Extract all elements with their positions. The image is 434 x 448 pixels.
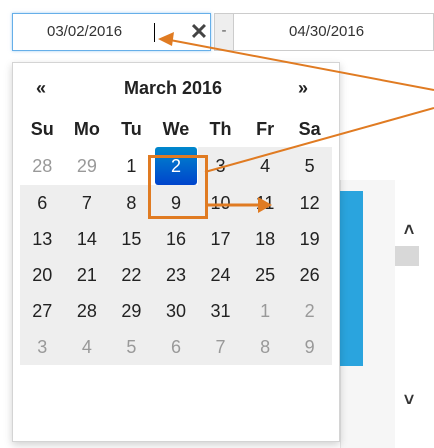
day-cell[interactable]: 9 <box>287 329 332 365</box>
day-cell[interactable]: 13 <box>20 221 65 257</box>
chevron-up-icon[interactable]: ˄ <box>392 220 426 240</box>
day-cell[interactable]: 14 <box>64 221 110 257</box>
blue-bar <box>340 191 363 366</box>
day-cell[interactable]: 7 <box>64 185 110 221</box>
day-cell[interactable]: 2 <box>287 293 332 329</box>
day-cell[interactable]: 8 <box>109 185 154 221</box>
weekday-header: Mo <box>73 118 100 139</box>
day-cell[interactable]: 31 <box>198 293 243 329</box>
day-cell[interactable]: 11 <box>242 185 288 221</box>
month-title[interactable]: March 2016 <box>83 75 263 101</box>
day-cell[interactable]: 4 <box>64 329 110 365</box>
weekday-header: Fr <box>256 118 275 139</box>
day-cell[interactable]: 29 <box>65 147 110 185</box>
text-caret <box>154 23 155 42</box>
scrollbar[interactable]: ˄ ˅ <box>392 220 426 410</box>
day-cell[interactable]: 18 <box>242 221 288 257</box>
weekday-header: We <box>162 118 190 139</box>
annotation-highlight-box <box>148 155 208 219</box>
weekday-header: Tu <box>121 118 142 139</box>
day-cell[interactable]: 8 <box>242 329 288 365</box>
day-cell[interactable]: 6 <box>20 185 65 221</box>
end-date-value: 04/30/2016 <box>289 23 365 40</box>
datepicker-popup: « March 2016 » Su Mo Tu We Th Fr Sa 28 2… <box>12 62 340 442</box>
day-cell[interactable]: 15 <box>109 221 154 257</box>
day-cell[interactable]: 29 <box>109 293 154 329</box>
week-row: 13 14 15 16 17 18 19 <box>20 221 332 257</box>
start-date-input[interactable]: 03/02/2016 ✕ <box>12 13 211 51</box>
day-cell[interactable]: 1 <box>109 147 154 185</box>
day-cell[interactable]: 5 <box>109 329 154 365</box>
calendar-grid: Su Mo Tu We Th Fr Sa 28 29 1 2 3 4 5 6 7… <box>20 111 332 365</box>
weekday-header: Su <box>30 118 54 139</box>
next-month-button[interactable]: » <box>293 75 313 101</box>
day-cell[interactable]: 21 <box>64 257 110 293</box>
clear-icon[interactable]: ✕ <box>188 18 210 46</box>
day-cell[interactable]: 26 <box>287 257 332 293</box>
day-cell[interactable]: 3 <box>20 329 65 365</box>
day-cell[interactable]: 20 <box>20 257 65 293</box>
weekday-header: Sa <box>298 118 321 139</box>
day-cell[interactable]: 24 <box>198 257 243 293</box>
day-cell[interactable]: 7 <box>198 329 243 365</box>
day-cell[interactable]: 22 <box>109 257 154 293</box>
day-cell[interactable]: 30 <box>153 293 199 329</box>
range-separator: - <box>214 13 234 51</box>
day-cell[interactable]: 28 <box>64 293 110 329</box>
day-cell[interactable]: 12 <box>287 185 332 221</box>
day-cell[interactable]: 16 <box>153 221 199 257</box>
weekday-header: Th <box>209 118 232 139</box>
day-cell[interactable]: 4 <box>242 147 288 185</box>
day-cell[interactable]: 23 <box>153 257 199 293</box>
day-cell[interactable]: 28 <box>20 147 65 185</box>
day-cell[interactable]: 25 <box>242 257 288 293</box>
prev-month-button[interactable]: « <box>31 75 51 101</box>
chevron-down-icon[interactable]: ˅ <box>392 390 426 410</box>
day-cell[interactable]: 1 <box>242 293 288 329</box>
calendar-header: « March 2016 » <box>13 75 339 101</box>
day-cell[interactable]: 17 <box>198 221 243 257</box>
day-cell[interactable]: 6 <box>153 329 199 365</box>
day-cell[interactable]: 5 <box>287 147 332 185</box>
week-row: 20 21 22 23 24 25 26 <box>20 257 332 293</box>
weekday-row: Su Mo Tu We Th Fr Sa <box>20 111 332 147</box>
scroll-thumb[interactable] <box>395 246 419 266</box>
week-row: 27 28 29 30 31 1 2 <box>20 293 332 329</box>
end-date-input[interactable]: 04/30/2016 <box>233 13 434 51</box>
screenshot-root: ˄ ˅ 03/02/2016 ✕ - 04/30/2016 « March 20… <box>0 0 434 448</box>
start-date-value: 03/02/2016 <box>47 23 123 40</box>
day-cell[interactable]: 27 <box>20 293 65 329</box>
week-row: 3 4 5 6 7 8 9 <box>20 329 332 365</box>
day-cell[interactable]: 19 <box>287 221 332 257</box>
